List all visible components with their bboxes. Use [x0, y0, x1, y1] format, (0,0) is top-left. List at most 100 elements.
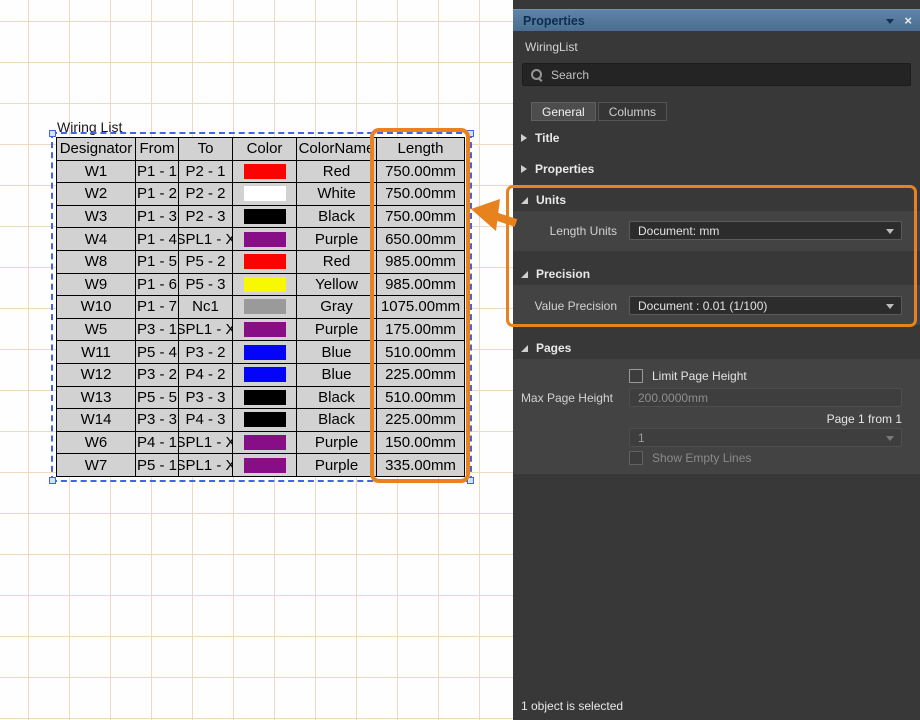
table-cell-color_name: Purple: [297, 432, 376, 454]
page-select-value: 1: [638, 431, 645, 445]
color-swatch: [244, 458, 286, 473]
color-swatch: [244, 299, 286, 314]
section-properties[interactable]: Properties: [521, 162, 594, 176]
color-swatch-cell: [233, 183, 296, 205]
section-units[interactable]: Units: [521, 193, 566, 207]
limit-page-height-label: Limit Page Height: [652, 369, 747, 383]
tab-general[interactable]: General: [531, 102, 596, 121]
table-cell-length: 750.00mm: [377, 161, 464, 183]
chevron-down-icon: [886, 304, 894, 309]
table-cell-from: P1 - 1: [136, 161, 178, 183]
chevron-right-icon: [521, 165, 527, 173]
table-cell-length: 1075.00mm: [377, 296, 464, 318]
table-cell-designator: W11: [57, 341, 135, 363]
table-cell-length: 650.00mm: [377, 228, 464, 250]
selection-handle[interactable]: [49, 477, 56, 484]
color-swatch-cell: [233, 228, 296, 250]
tab-columns[interactable]: Columns: [598, 102, 667, 121]
selection-handle[interactable]: [467, 477, 474, 484]
chevron-expanded-icon: [521, 197, 528, 204]
table-cell-length: 510.00mm: [377, 341, 464, 363]
table-cell-designator: W1: [57, 161, 135, 183]
table-cell-designator: W14: [57, 409, 135, 431]
color-swatch-cell: [233, 454, 296, 476]
section-pages[interactable]: Pages: [521, 341, 571, 355]
status-bar-text: 1 object is selected: [521, 699, 623, 713]
table-header-designator: Designator: [57, 138, 135, 160]
color-swatch-cell: [233, 161, 296, 183]
table-cell-length: 175.00mm: [377, 319, 464, 341]
section-precision[interactable]: Precision: [521, 267, 590, 281]
table-cell-designator: W13: [57, 387, 135, 409]
search-box[interactable]: [522, 63, 911, 86]
section-pages-label: Pages: [536, 341, 571, 355]
table-cell-to: P3 - 3: [179, 387, 232, 409]
table-cell-to: P5 - 2: [179, 251, 232, 273]
wiring-table[interactable]: DesignatorFromToColorColorNameLengthW1P1…: [56, 137, 465, 477]
table-cell-designator: W12: [57, 364, 135, 386]
section-title-label: Title: [535, 131, 559, 145]
table-cell-length: 225.00mm: [377, 409, 464, 431]
color-swatch-cell: [233, 341, 296, 363]
checkbox-unchecked-icon[interactable]: [629, 369, 643, 383]
color-swatch-cell: [233, 274, 296, 296]
table-cell-length: 150.00mm: [377, 432, 464, 454]
checkbox-unchecked-icon[interactable]: [629, 451, 643, 465]
panel-titlebar[interactable]: Properties ×: [513, 9, 920, 31]
selection-handle[interactable]: [467, 130, 474, 137]
page-info-text: Page 1 from 1: [827, 412, 902, 426]
table-cell-to: P2 - 2: [179, 183, 232, 205]
color-swatch: [244, 367, 286, 382]
schematic-canvas[interactable]: Wiring List DesignatorFromToColorColorNa…: [0, 0, 513, 720]
table-cell-to: SPL1 - X: [179, 319, 232, 341]
table-cell-to: SPL1 - X: [179, 228, 232, 250]
color-swatch-cell: [233, 432, 296, 454]
table-cell-from: P5 - 5: [136, 387, 178, 409]
color-swatch: [244, 412, 286, 427]
table-cell-from: P3 - 2: [136, 364, 178, 386]
wiring-list-title: Wiring List: [57, 119, 122, 135]
panel-close-icon[interactable]: ×: [904, 13, 912, 28]
color-swatch: [244, 209, 286, 224]
chevron-down-icon: [886, 436, 894, 441]
color-swatch: [244, 277, 286, 292]
table-cell-to: P3 - 2: [179, 341, 232, 363]
limit-page-height-checkbox-row[interactable]: Limit Page Height: [629, 369, 747, 383]
table-cell-designator: W2: [57, 183, 135, 205]
table-cell-length: 750.00mm: [377, 183, 464, 205]
table-cell-from: P1 - 5: [136, 251, 178, 273]
color-swatch: [244, 345, 286, 360]
show-empty-lines-checkbox-row[interactable]: Show Empty Lines: [629, 451, 751, 465]
color-swatch-cell: [233, 387, 296, 409]
table-cell-designator: W10: [57, 296, 135, 318]
panel-menu-caret-icon[interactable]: [886, 19, 894, 24]
table-cell-designator: W8: [57, 251, 135, 273]
color-swatch-cell: [233, 364, 296, 386]
show-empty-lines-label: Show Empty Lines: [652, 451, 751, 465]
table-cell-color_name: Black: [297, 409, 376, 431]
table-cell-length: 225.00mm: [377, 364, 464, 386]
color-swatch: [244, 254, 286, 269]
value-precision-label: Value Precision: [521, 299, 617, 313]
table-cell-designator: W7: [57, 454, 135, 476]
table-cell-designator: W3: [57, 206, 135, 228]
table-header-color: Color: [233, 138, 296, 160]
color-swatch-cell: [233, 319, 296, 341]
table-cell-from: P3 - 3: [136, 409, 178, 431]
selection-handle[interactable]: [49, 130, 56, 137]
page-select-dropdown[interactable]: 1: [629, 428, 902, 447]
max-page-height-field[interactable]: 200.0000mm: [629, 388, 902, 407]
table-header-to: To: [179, 138, 232, 160]
table-cell-to: SPL1 - X: [179, 432, 232, 454]
section-title[interactable]: Title: [521, 131, 559, 145]
table-cell-color_name: Red: [297, 161, 376, 183]
table-cell-from: P4 - 1: [136, 432, 178, 454]
length-units-dropdown[interactable]: Document: mm: [629, 221, 902, 240]
color-swatch: [244, 435, 286, 450]
value-precision-dropdown[interactable]: Document : 0.01 (1/100): [629, 296, 902, 315]
table-cell-to: SPL1 - X: [179, 454, 232, 476]
table-cell-color_name: Purple: [297, 454, 376, 476]
table-cell-length: 510.00mm: [377, 387, 464, 409]
search-input[interactable]: [551, 68, 910, 82]
table-cell-color_name: Black: [297, 387, 376, 409]
